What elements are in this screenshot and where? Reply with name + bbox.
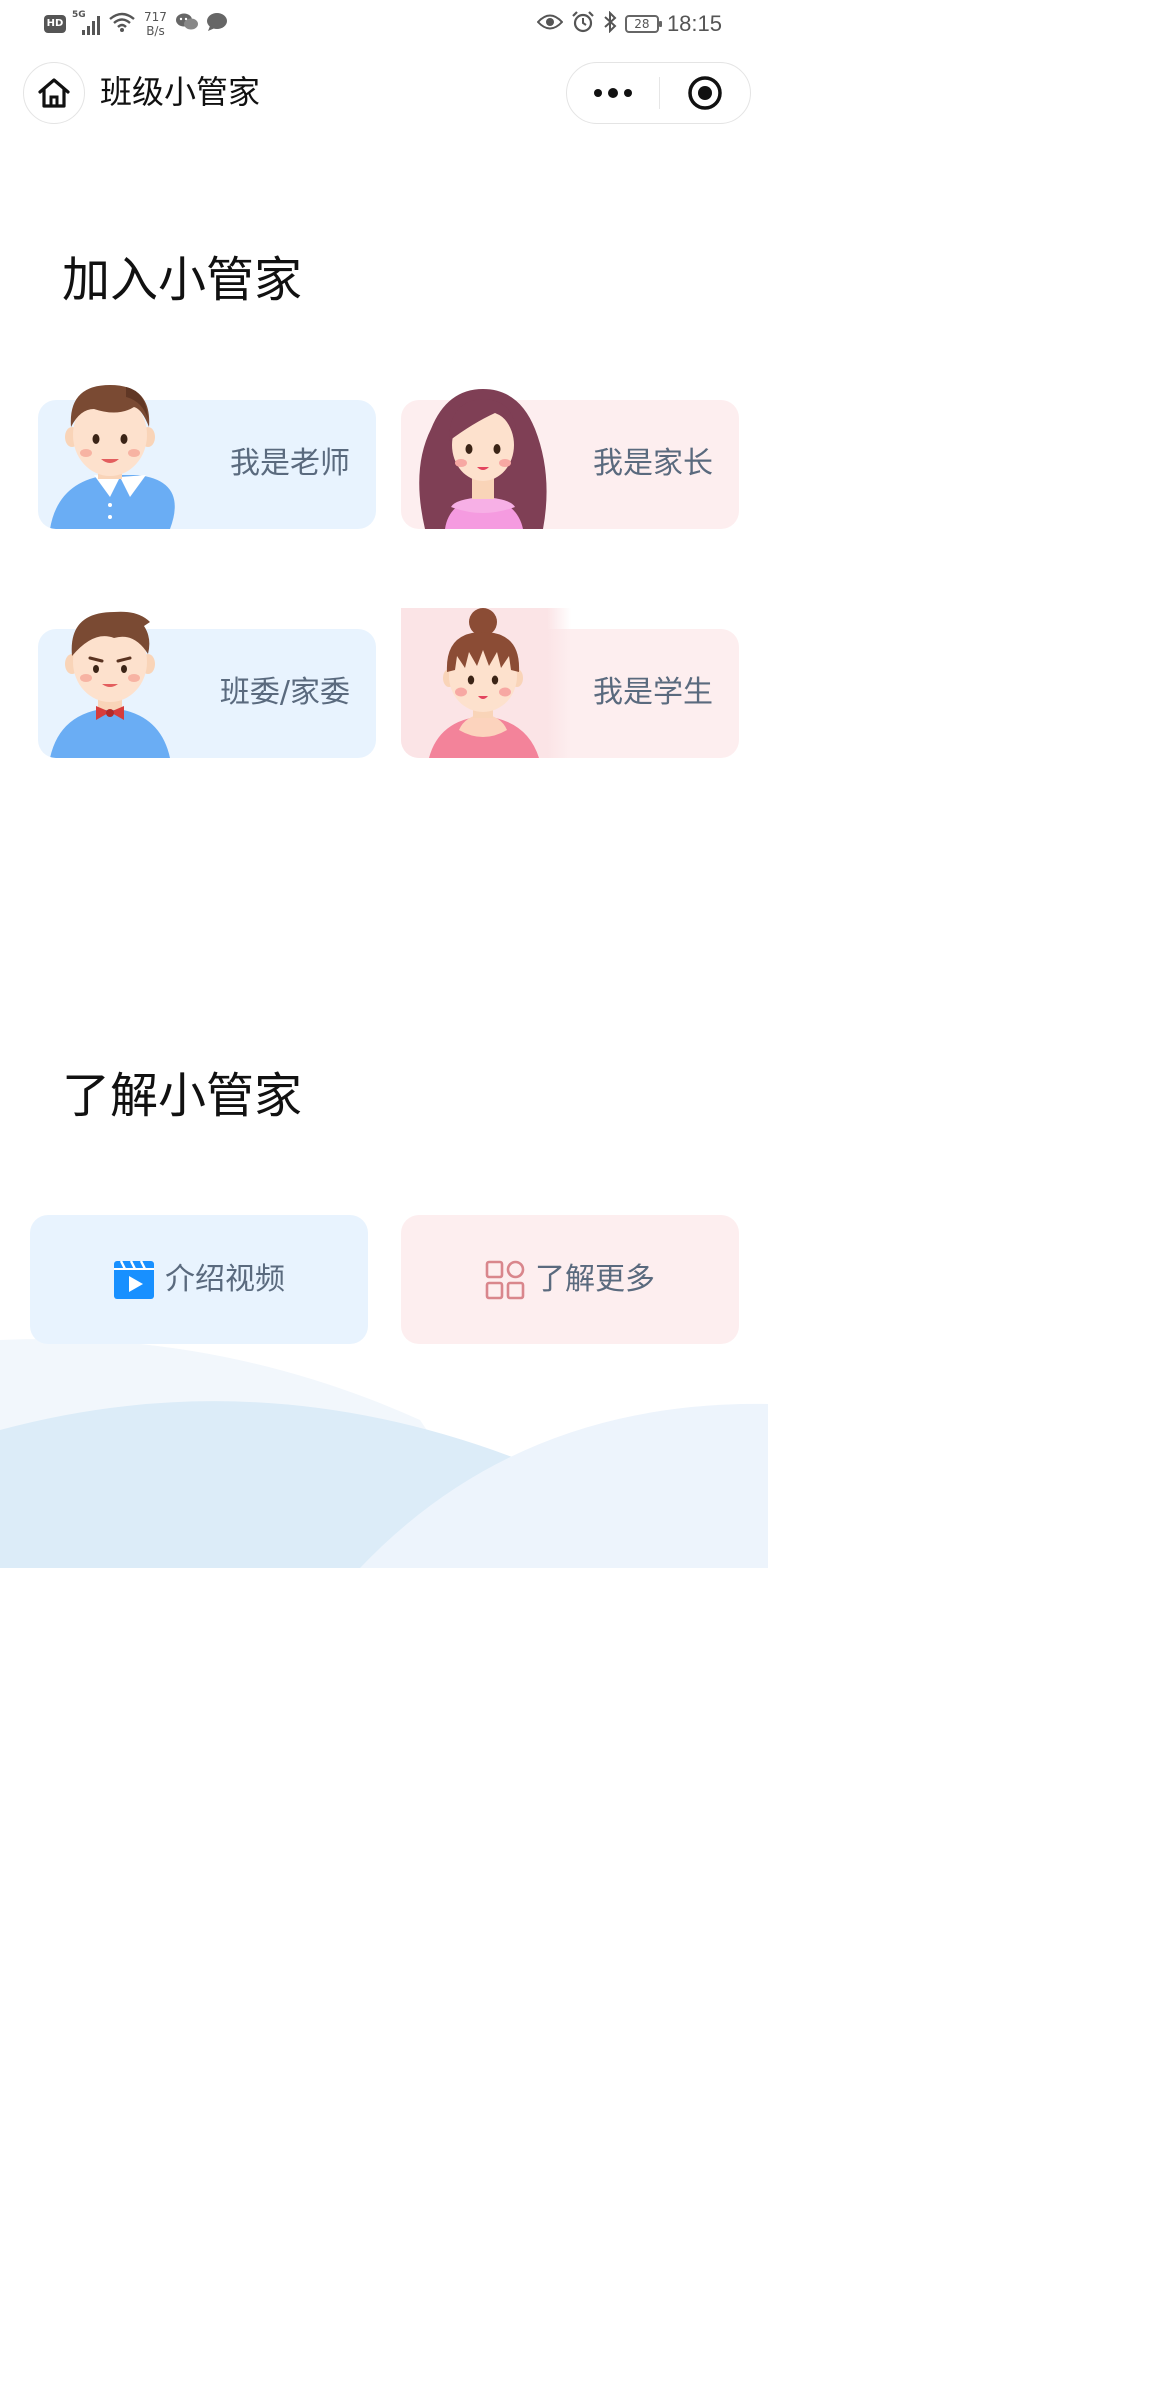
card-parent[interactable]: 我是家长	[401, 389, 739, 529]
intro-video-label: 介绍视频	[165, 1261, 285, 1297]
card-committee-label: 班委/家委	[219, 675, 350, 710]
signal-icon: 5G	[72, 10, 102, 36]
battery-indicator: 28	[624, 15, 662, 33]
card-student-label: 我是学生	[593, 675, 713, 710]
network-speed-value: 717	[144, 10, 167, 24]
parent-avatar	[401, 379, 571, 529]
card-committee[interactable]: 班委/家委	[38, 611, 376, 758]
wifi-icon	[108, 11, 136, 37]
target-circle-icon	[688, 76, 722, 110]
teacher-avatar	[38, 379, 208, 529]
grid-icon	[485, 1260, 525, 1299]
network-speed: 717 B/s	[144, 10, 167, 38]
status-bar-left: HD 5G 717 B/s	[44, 8, 229, 40]
card-teacher[interactable]: 我是老师	[38, 385, 376, 529]
intro-video-button[interactable]: 介绍视频	[30, 1215, 368, 1344]
home-button[interactable]	[23, 62, 85, 124]
learn-section-title: 了解小管家	[62, 1068, 303, 1124]
card-student[interactable]: 我是学生	[401, 608, 739, 758]
video-icon	[114, 1259, 154, 1299]
eye-icon	[536, 13, 564, 35]
mini-program-capsule	[566, 62, 751, 124]
learn-more-button[interactable]: 了解更多	[401, 1215, 739, 1344]
more-dots-icon	[594, 88, 632, 98]
status-time: 18:15	[666, 11, 722, 36]
hd-badge: HD	[44, 15, 66, 33]
card-parent-label: 我是家长	[593, 446, 713, 481]
status-bar: HD 5G 717 B/s 28 18:15	[0, 0, 768, 48]
message-icon	[205, 12, 229, 36]
join-section-title: 加入小管家	[62, 252, 303, 308]
close-button[interactable]	[660, 63, 750, 123]
card-teacher-label: 我是老师	[230, 446, 350, 481]
page-title: 班级小管家	[100, 73, 261, 111]
wechat-icon	[175, 12, 199, 36]
more-button[interactable]	[567, 63, 659, 123]
alarm-icon	[571, 10, 595, 38]
bluetooth-icon	[603, 10, 617, 37]
status-bar-right: 28 18:15	[536, 8, 722, 40]
committee-avatar	[38, 608, 208, 758]
learn-more-label: 了解更多	[535, 1261, 655, 1297]
home-icon	[38, 78, 70, 108]
student-avatar	[401, 608, 571, 758]
nav-bar: 班级小管家	[0, 56, 768, 128]
network-speed-unit: B/s	[146, 24, 165, 38]
background-waves	[0, 1320, 768, 1568]
